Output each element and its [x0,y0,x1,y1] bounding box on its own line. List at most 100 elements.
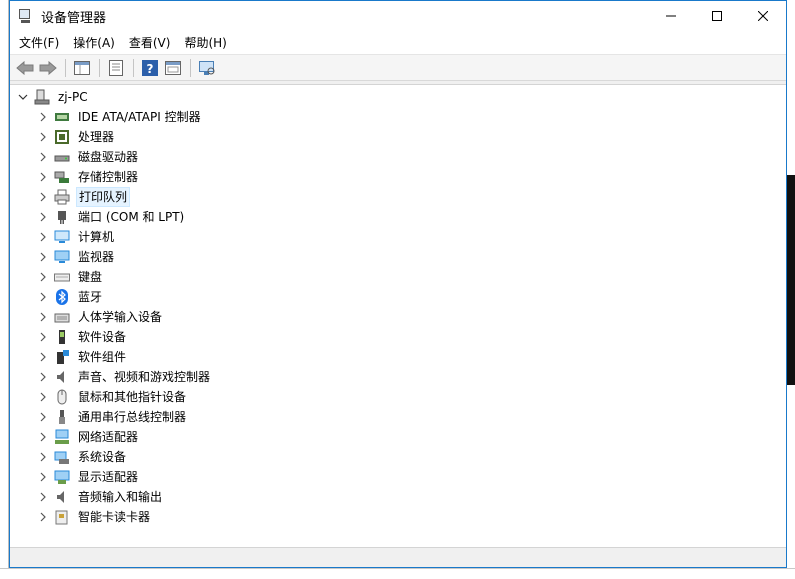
tree-item-label: 蓝牙 [78,290,103,304]
window-title: 设备管理器 [41,10,107,26]
tree-item-bluetooth[interactable]: 蓝牙 [36,287,104,307]
processor-icon [54,129,70,145]
maximize-button[interactable] [694,1,740,31]
chevron-right-icon[interactable] [36,487,50,507]
tree-item-software-component[interactable]: 软件组件 [36,347,128,367]
software-component-icon [54,349,70,365]
chevron-right-icon[interactable] [36,367,50,387]
hid-icon [54,309,70,325]
menu-help[interactable]: 帮助(H) [177,31,233,55]
list-button[interactable] [105,57,127,79]
tree-item-system-device[interactable]: 系统设备 [36,447,128,467]
menu-file[interactable]: 文件(F) [12,31,66,55]
keyboard-icon [54,269,70,285]
chevron-right-icon[interactable] [36,407,50,427]
tree-item-label: 鼠标和其他指针设备 [78,390,187,404]
tree-item-label: 网络适配器 [78,430,139,444]
chevron-right-icon[interactable] [36,167,50,187]
minimize-button[interactable] [648,1,694,31]
tree-item-processor[interactable]: 处理器 [36,127,116,147]
tree-item-software-device[interactable]: 软件设备 [36,327,128,347]
tree-item-label: 打印队列 [76,187,131,207]
tree-item-display-adapter[interactable]: 显示适配器 [36,467,140,487]
tree-item-disk-drive[interactable]: 磁盘驱动器 [36,147,140,167]
tree-item-mouse[interactable]: 鼠标和其他指针设备 [36,387,188,407]
computer-icon [54,229,70,245]
bluetooth-icon [54,289,70,305]
device-manager-window: 设备管理器 文件(F) 操作(A) 查看(V) 帮助(H) ? zj-PC ID… [9,0,787,568]
tree-item-network-adapter[interactable]: 网络适配器 [36,427,140,447]
tree-item-label: 通用串行总线控制器 [78,410,187,424]
tree-item-port[interactable]: 端口 (COM 和 LPT) [36,207,186,227]
show-hide-button[interactable] [162,57,184,79]
tree-item-monitor[interactable]: 监视器 [36,247,116,267]
forward-button[interactable] [37,57,59,79]
close-button[interactable] [740,1,786,31]
chevron-right-icon[interactable] [36,387,50,407]
monitor-icon [54,249,70,265]
tree-item-label: 声音、视频和游戏控制器 [78,370,211,384]
chevron-right-icon[interactable] [36,427,50,447]
tree-item-hid[interactable]: 人体学输入设备 [36,307,164,327]
computer-root-icon [34,89,50,105]
chevron-right-icon[interactable] [36,107,50,127]
root-label: zj-PC [58,90,88,104]
menu-view[interactable]: 查看(V) [122,31,178,55]
menu-action[interactable]: 操作(A) [66,31,122,55]
help-button[interactable]: ? [139,57,161,79]
chevron-right-icon[interactable] [36,327,50,347]
chevron-down-icon[interactable] [16,87,30,107]
chevron-right-icon[interactable] [36,207,50,227]
tree-item-label: 存储控制器 [78,170,139,184]
tree-item-smart-card-reader[interactable]: 智能卡读卡器 [36,507,152,527]
tree-item-ide-controller[interactable]: IDE ATA/ATAPI 控制器 [36,107,203,127]
back-button[interactable] [14,57,36,79]
device-tree[interactable]: zj-PC IDE ATA/ATAPI 控制器 处理器 磁盘驱动器存储控制器打印队列… [10,84,786,548]
help-icon: ? [142,59,158,76]
mouse-icon [54,389,70,405]
port-icon [54,209,70,225]
software-device-icon [54,329,70,345]
chevron-right-icon[interactable] [36,447,50,467]
background-window-left [0,0,9,579]
tree-item-storage-controller[interactable]: 存储控制器 [36,167,140,187]
properties-pane-icon [74,60,90,75]
printer-icon [54,189,70,205]
chevron-right-icon[interactable] [36,287,50,307]
chevron-right-icon[interactable] [36,307,50,327]
status-bar [10,549,786,567]
chevron-right-icon[interactable] [36,127,50,147]
tree-item-speaker[interactable]: 声音、视频和游戏控制器 [36,367,212,387]
tree-item-usb[interactable]: 通用串行总线控制器 [36,407,188,427]
toolbar: ? [10,55,786,81]
usb-icon [54,409,70,425]
chevron-right-icon[interactable] [36,147,50,167]
chevron-right-icon[interactable] [36,227,50,247]
background-window-right [787,0,795,579]
chevron-right-icon[interactable] [36,507,50,527]
close-icon [758,11,768,21]
speaker-icon [54,369,70,385]
menu-bar: 文件(F) 操作(A) 查看(V) 帮助(H) [10,31,786,55]
tree-item-computer[interactable]: 计算机 [36,227,116,247]
chevron-right-icon[interactable] [36,187,50,207]
chevron-right-icon[interactable] [36,247,50,267]
scan-hardware-button[interactable] [196,57,218,79]
tree-item-audio-io[interactable]: 音频输入和输出 [36,487,164,507]
tree-item-keyboard[interactable]: 键盘 [36,267,104,287]
tree-item-label: 键盘 [78,270,103,284]
monitor-scan-icon [199,60,215,75]
tree-item-label: 人体学输入设备 [78,310,163,324]
chevron-right-icon[interactable] [36,347,50,367]
back-icon [16,60,34,75]
minimize-icon [666,15,676,17]
chevron-right-icon[interactable] [36,267,50,287]
tree-item-label: 软件组件 [78,350,127,364]
tree-item-label: 智能卡读卡器 [78,510,151,524]
title-bar[interactable]: 设备管理器 [10,1,786,31]
tree-item-printer[interactable]: 打印队列 [36,187,131,207]
chevron-right-icon[interactable] [36,467,50,487]
svg-text:?: ? [147,62,154,76]
tree-root[interactable]: zj-PC [16,87,90,107]
properties-pane-button[interactable] [71,57,93,79]
